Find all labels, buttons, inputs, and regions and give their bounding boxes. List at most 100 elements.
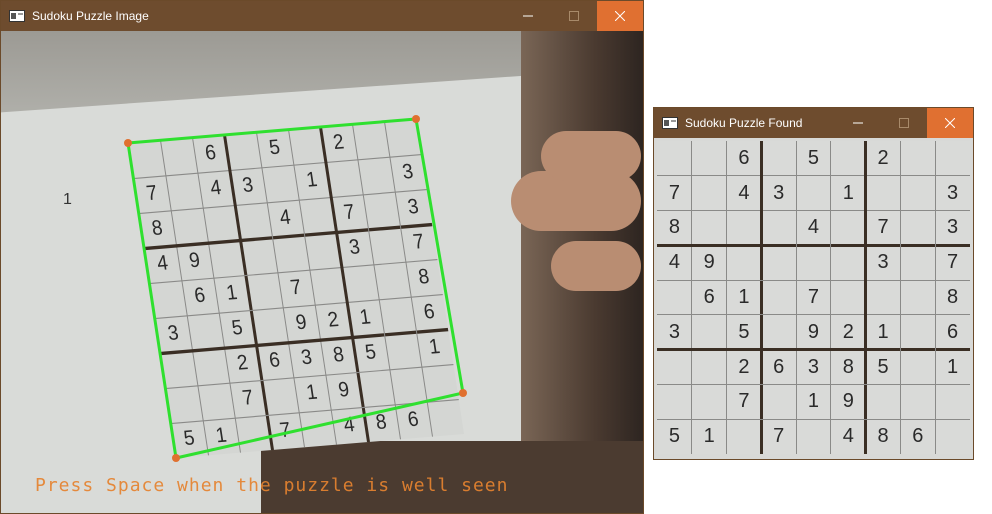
camera-feed: 1 65274313847349376178359216263851719517… xyxy=(1,31,643,513)
sudoku-cell: 7 xyxy=(947,251,959,274)
sudoku-cell xyxy=(761,141,796,176)
sudoku-cell: 2 xyxy=(842,320,854,343)
sudoku-cell xyxy=(761,280,796,315)
sudoku-cell xyxy=(657,141,692,176)
sudoku-cell: 6 xyxy=(947,320,959,343)
sudoku-cell: 3 xyxy=(668,320,680,343)
sudoku-cell: 3 xyxy=(807,355,820,378)
sudoku-cell xyxy=(796,176,831,211)
sudoku-cell xyxy=(900,315,935,350)
sudoku-cell xyxy=(900,211,935,246)
close-button[interactable] xyxy=(927,108,973,138)
window-app-icon xyxy=(662,117,678,129)
minimize-icon xyxy=(853,122,863,124)
minimize-button[interactable] xyxy=(505,1,551,31)
sudoku-cell: 8 xyxy=(877,425,889,448)
sudoku-cell: 1 xyxy=(807,390,820,413)
sudoku-cell: 3 xyxy=(947,181,959,204)
maximize-button[interactable] xyxy=(551,1,597,31)
sudoku-cell xyxy=(692,350,727,385)
maximize-icon xyxy=(569,11,579,21)
sudoku-cell xyxy=(900,245,935,280)
sudoku-cell xyxy=(692,176,727,211)
sudoku-cell: 5 xyxy=(807,146,820,169)
sudoku-cell: 6 xyxy=(703,285,715,308)
sudoku-cell xyxy=(866,384,901,419)
sudoku-cell xyxy=(761,245,796,280)
sudoku-cell xyxy=(761,211,796,246)
close-icon xyxy=(945,118,955,128)
sudoku-grid-found: 6527431384734937617835921626385171951748… xyxy=(657,141,970,454)
sudoku-cell xyxy=(866,280,901,315)
sudoku-cell: 9 xyxy=(703,251,715,274)
minimize-icon xyxy=(523,15,533,17)
corner-marker xyxy=(412,115,420,123)
window-title: Sudoku Puzzle Found xyxy=(685,116,803,130)
sudoku-cell xyxy=(761,384,796,419)
sudoku-cell xyxy=(900,141,935,176)
sudoku-cell: 5 xyxy=(738,320,750,343)
title-bar[interactable]: Sudoku Puzzle Image xyxy=(1,1,643,31)
maximize-button[interactable] xyxy=(881,108,927,138)
sudoku-cell xyxy=(831,280,866,315)
window-title: Sudoku Puzzle Image xyxy=(32,9,149,23)
sudoku-cell: 7 xyxy=(877,216,889,239)
sudoku-cell: 9 xyxy=(842,390,854,413)
sudoku-cell xyxy=(900,384,935,419)
sudoku-cell xyxy=(900,280,935,315)
sudoku-cell: 3 xyxy=(947,216,959,239)
sudoku-cell: 7 xyxy=(807,285,820,308)
sudoku-cell: 7 xyxy=(668,181,680,204)
sudoku-cell xyxy=(831,211,866,246)
sudoku-cell xyxy=(935,141,970,176)
camera-window: Sudoku Puzzle Image 1 652743138473493761… xyxy=(0,0,644,514)
sudoku-cell xyxy=(692,211,727,246)
sudoku-cell xyxy=(727,419,762,454)
sudoku-cell: 5 xyxy=(668,425,680,448)
instruction-text: Press Space when the puzzle is well seen xyxy=(35,475,509,496)
sudoku-cell xyxy=(657,384,692,419)
sudoku-cell: 4 xyxy=(668,251,680,274)
window-app-icon xyxy=(9,10,25,22)
found-puzzle-view: 6527431384734937617835921626385171951748… xyxy=(654,138,973,459)
detection-overlay xyxy=(124,115,467,462)
sudoku-cell: 3 xyxy=(773,181,785,204)
detected-outline xyxy=(126,117,465,460)
sudoku-cell: 1 xyxy=(877,320,889,343)
sudoku-cell: 1 xyxy=(947,355,959,378)
sudoku-cell xyxy=(866,176,901,211)
found-puzzle-window: Sudoku Puzzle Found 65274313847349376178… xyxy=(653,107,974,460)
corner-marker xyxy=(124,139,132,147)
minimize-button[interactable] xyxy=(835,108,881,138)
sudoku-cell: 8 xyxy=(947,285,959,308)
corner-marker xyxy=(459,389,467,397)
sudoku-cell: 4 xyxy=(738,181,750,204)
sudoku-cell xyxy=(900,350,935,385)
sudoku-cell xyxy=(727,211,762,246)
sudoku-cell xyxy=(657,280,692,315)
close-button[interactable] xyxy=(597,1,643,31)
sudoku-cell: 5 xyxy=(877,355,889,378)
sudoku-cell: 1 xyxy=(738,285,750,308)
sudoku-cell xyxy=(727,245,762,280)
maximize-icon xyxy=(899,118,909,128)
sudoku-cell xyxy=(796,419,831,454)
sudoku-cell: 8 xyxy=(842,355,854,378)
corner-marker xyxy=(172,454,180,462)
sudoku-cell: 7 xyxy=(773,425,785,448)
sudoku-cell: 6 xyxy=(773,355,785,378)
sudoku-cell: 4 xyxy=(807,216,820,239)
sudoku-cell: 8 xyxy=(668,216,680,239)
title-bar[interactable]: Sudoku Puzzle Found xyxy=(654,108,973,138)
sudoku-cell: 7 xyxy=(738,390,750,413)
sudoku-cell: 6 xyxy=(738,146,750,169)
sudoku-cell: 9 xyxy=(807,320,820,343)
sudoku-cell xyxy=(935,384,970,419)
sudoku-cell: 6 xyxy=(912,425,924,448)
sudoku-cell xyxy=(900,176,935,211)
sudoku-cell xyxy=(796,245,831,280)
sudoku-cell xyxy=(692,315,727,350)
close-icon xyxy=(615,11,625,21)
sudoku-cell: 1 xyxy=(842,181,854,204)
sudoku-cell xyxy=(831,141,866,176)
